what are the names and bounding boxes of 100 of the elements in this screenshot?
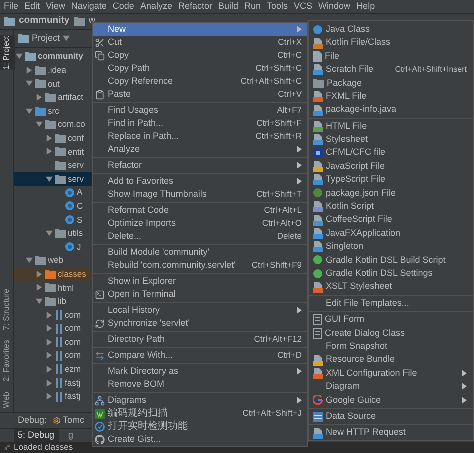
- menu-bar-item[interactable]: VCS: [294, 0, 313, 14]
- expand-arrow-icon[interactable]: [36, 121, 43, 128]
- expand-arrow-icon[interactable]: [46, 393, 53, 400]
- tree-item[interactable]: utils: [14, 226, 92, 240]
- menu-item[interactable]: Package: [309, 76, 473, 90]
- menu-item[interactable]: New: [93, 23, 307, 36]
- menu-item[interactable]: Scratch File Ctrl+Alt+Shift+Insert: [309, 63, 473, 77]
- tool-window-tab[interactable]: Web: [0, 392, 14, 408]
- tree-item[interactable]: src: [14, 104, 92, 118]
- menu-item[interactable]: XML Configuration File: [309, 366, 473, 380]
- tree-item[interactable]: ezm: [14, 362, 92, 376]
- menu-bar-item[interactable]: Help: [356, 0, 376, 14]
- tree-item[interactable]: J: [14, 240, 92, 254]
- menu-item[interactable]: Find Usages Alt+F7: [93, 104, 307, 117]
- menu-item[interactable]: CoffeeScript File: [309, 213, 473, 227]
- menu-bar-item[interactable]: Build: [218, 0, 238, 14]
- menu-bar-item[interactable]: Code: [112, 0, 134, 14]
- expand-arrow-icon[interactable]: [26, 80, 33, 88]
- expand-arrow-icon[interactable]: [46, 338, 53, 346]
- menu-item[interactable]: Create Dialog Class: [309, 326, 473, 340]
- menu-item[interactable]: 打开实时检测功能: [93, 420, 307, 433]
- menu-item[interactable]: New HTTP Request: [309, 426, 473, 440]
- expand-arrow-icon[interactable]: [36, 284, 43, 292]
- menu-item[interactable]: Reformat Code Ctrl+Alt+L: [93, 204, 307, 217]
- menu-bar-item[interactable]: View: [46, 0, 66, 14]
- menu-bar-item[interactable]: Analyze: [140, 0, 172, 14]
- menu-item[interactable]: Copy Path Ctrl+Shift+C: [93, 62, 307, 75]
- menu-item[interactable]: Optimize Imports Ctrl+Alt+O: [93, 217, 307, 230]
- expand-arrow-icon[interactable]: [26, 257, 33, 264]
- tree-item[interactable]: com: [14, 349, 92, 363]
- menu-item[interactable]: JavaFXApplication: [309, 226, 473, 240]
- menu-bar-item[interactable]: Window: [318, 0, 351, 14]
- menu-item[interactable]: Refactor: [93, 159, 307, 172]
- tree-item[interactable]: fastj: [14, 376, 92, 390]
- expand-arrow-icon[interactable]: [46, 380, 53, 387]
- menu-item[interactable]: Paste Ctrl+V: [93, 88, 307, 101]
- menu-bar-item[interactable]: File: [4, 0, 19, 14]
- menu-item[interactable]: Directory Path Ctrl+Alt+F12: [93, 333, 307, 346]
- tree-item[interactable]: serv: [14, 172, 92, 186]
- panel-title[interactable]: Project: [32, 32, 60, 46]
- menu-item[interactable]: Compare With... Ctrl+D: [93, 349, 307, 362]
- menu-item[interactable]: Copy Ctrl+C: [93, 49, 307, 62]
- menu-bar-item[interactable]: Navigate: [71, 0, 107, 14]
- tree-item[interactable]: conf: [14, 132, 92, 146]
- tree-item[interactable]: entit: [14, 145, 92, 159]
- menu-item[interactable]: Stylesheet: [309, 133, 473, 147]
- expand-arrow-icon[interactable]: [46, 176, 53, 183]
- menu-item[interactable]: Rebuild 'com.community.servlet' Ctrl+Shift+F9: [93, 259, 307, 272]
- menu-item[interactable]: Form Snapshot: [309, 340, 473, 354]
- menu-item[interactable]: Show Image Thumbnails Ctrl+Shift+T: [93, 188, 307, 201]
- tree-item[interactable]: A: [14, 186, 92, 200]
- expand-arrow-icon[interactable]: [46, 352, 53, 360]
- expand-arrow-icon[interactable]: [36, 270, 43, 278]
- expand-arrow-icon[interactable]: [46, 148, 53, 156]
- menu-item[interactable]: Edit File Templates...: [309, 296, 473, 310]
- tree-item[interactable]: lib: [14, 294, 92, 308]
- menu-item[interactable]: 编码规约扫描 Ctrl+Alt+Shift+J: [93, 407, 307, 420]
- tree-item[interactable]: out: [14, 77, 92, 91]
- tree-item[interactable]: fastj: [14, 390, 92, 404]
- breadcrumb-item[interactable]: community: [19, 14, 70, 29]
- menu-item[interactable]: Cut Ctrl+X: [93, 36, 307, 49]
- menu-item[interactable]: Gradle Kotlin DSL Settings: [309, 267, 473, 280]
- menu-item[interactable]: Synchronize 'servlet': [93, 317, 307, 330]
- menu-item[interactable]: Kotlin Script: [309, 200, 473, 214]
- menu-item[interactable]: Copy Reference Ctrl+Alt+Shift+C: [93, 75, 307, 88]
- menu-item[interactable]: Data Source: [309, 410, 473, 424]
- dropdown-caret-icon[interactable]: [63, 35, 70, 42]
- tree-item[interactable]: com.co: [14, 118, 92, 132]
- menu-item[interactable]: JavaScript File: [309, 160, 473, 174]
- expand-arrow-icon[interactable]: [46, 312, 53, 319]
- menu-item[interactable]: Open in Terminal: [93, 288, 307, 301]
- expand-arrow-icon[interactable]: [36, 298, 43, 305]
- menu-item[interactable]: Local History: [93, 304, 307, 317]
- menu-item[interactable]: Java Class: [309, 23, 473, 36]
- menu-item[interactable]: File: [309, 50, 473, 64]
- menu-item[interactable]: Gradle Kotlin DSL Build Script: [309, 254, 473, 268]
- tool-window-tab[interactable]: 1: Project: [0, 36, 14, 70]
- menu-item[interactable]: Diagrams: [93, 394, 307, 407]
- tree-item[interactable]: serv: [14, 158, 92, 172]
- expand-arrow-icon[interactable]: [46, 134, 53, 142]
- tree-item[interactable]: artifact: [14, 90, 92, 104]
- menu-item[interactable]: Resource Bundle: [309, 353, 473, 367]
- tree-item[interactable]: community: [14, 50, 92, 64]
- expand-arrow-icon[interactable]: [46, 230, 53, 238]
- tree-item[interactable]: html: [14, 281, 92, 295]
- menu-item[interactable]: HTML File: [309, 120, 473, 134]
- expand-arrow-icon[interactable]: [36, 94, 43, 102]
- menu-item[interactable]: Kotlin File/Class: [309, 36, 473, 50]
- tool-window-tab[interactable]: 2: Favorites: [0, 340, 14, 382]
- menu-bar-item[interactable]: Refactor: [178, 0, 212, 14]
- tree-item[interactable]: com: [14, 308, 92, 322]
- menu-bar-item[interactable]: Tools: [267, 0, 288, 14]
- menu-item[interactable]: Analyze: [93, 143, 307, 156]
- menu-item[interactable]: Find in Path... Ctrl+Shift+F: [93, 117, 307, 130]
- tree-item[interactable]: S: [14, 213, 92, 227]
- tree-item[interactable]: com: [14, 322, 92, 336]
- bottom-tab[interactable]: g: [64, 428, 78, 442]
- debug-session-tab[interactable]: Tomc: [53, 414, 85, 428]
- tree-item[interactable]: com: [14, 335, 92, 350]
- menu-item[interactable]: package-info.java: [309, 103, 473, 117]
